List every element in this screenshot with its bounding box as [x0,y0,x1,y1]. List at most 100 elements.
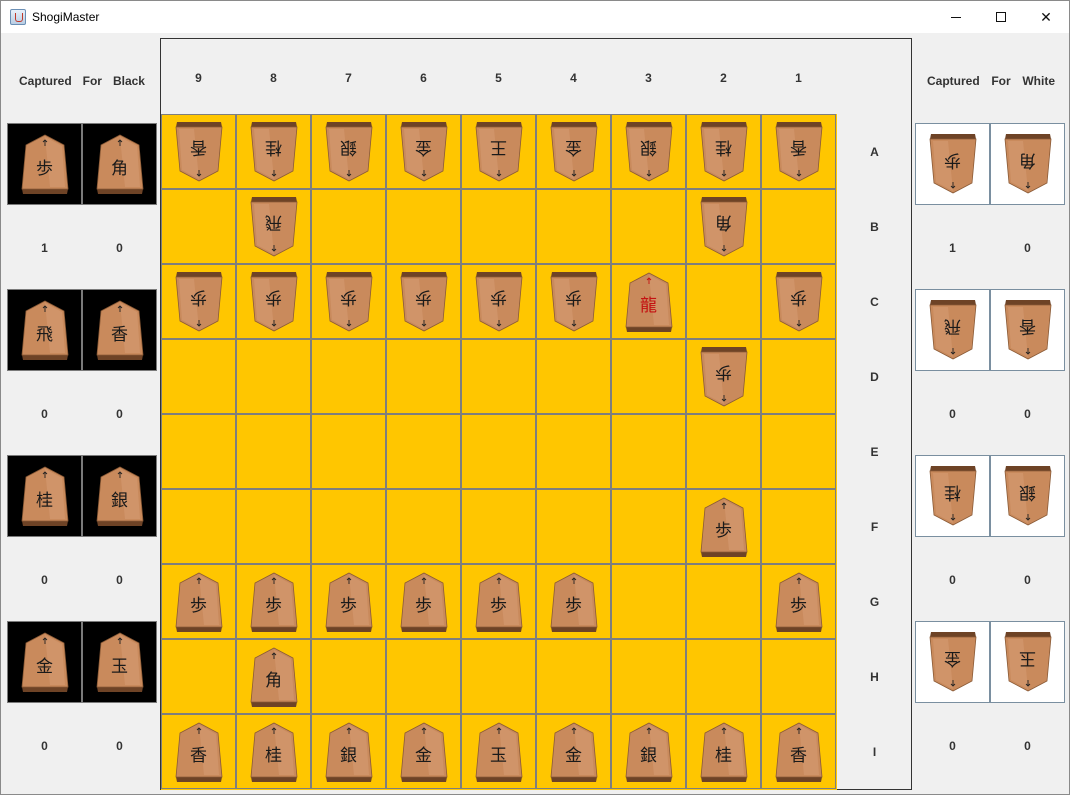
shogi-piece[interactable]: 香 [174,121,224,183]
board-square[interactable]: 歩 [686,489,761,564]
shogi-piece[interactable]: 桂 [699,721,749,783]
board-square[interactable] [161,414,236,489]
board-square[interactable] [686,639,761,714]
board-square[interactable]: 香 [161,714,236,789]
board-square[interactable] [161,339,236,414]
shogi-piece[interactable]: 香 [774,121,824,183]
board-square[interactable] [686,264,761,339]
board-square[interactable]: 歩 [236,264,311,339]
shogi-piece[interactable]: 角 [95,133,145,195]
shogi-piece[interactable]: 歩 [399,571,449,633]
board-square[interactable] [386,489,461,564]
board-square[interactable]: 歩 [536,564,611,639]
captured-piece-slot[interactable]: 金 [915,621,990,703]
board-square[interactable] [611,414,686,489]
board-square[interactable]: 桂 [236,714,311,789]
board-square[interactable]: 歩 [761,564,836,639]
board-square[interactable]: 歩 [686,339,761,414]
board-square[interactable]: 王 [461,114,536,189]
board-square[interactable]: 歩 [761,264,836,339]
captured-piece-slot[interactable]: 香 [990,289,1065,371]
board-square[interactable]: 桂 [236,114,311,189]
shogi-piece[interactable]: 飛 [249,196,299,258]
board-square[interactable] [311,189,386,264]
shogi-piece[interactable]: 歩 [474,571,524,633]
shogi-piece[interactable]: 歩 [399,271,449,333]
board-square[interactable] [761,189,836,264]
board-square[interactable] [461,414,536,489]
shogi-piece[interactable]: 銀 [624,721,674,783]
shogi-piece[interactable]: 金 [399,121,449,183]
captured-piece-slot[interactable]: 玉 [990,621,1065,703]
shogi-piece[interactable]: 香 [174,721,224,783]
board-square[interactable]: 歩 [236,564,311,639]
maximize-button[interactable] [978,1,1024,33]
captured-piece-slot[interactable]: 角 [990,123,1065,205]
shogi-piece[interactable]: 玉 [95,631,145,693]
board-square[interactable]: 桂 [686,714,761,789]
close-button[interactable]: ✕ [1023,1,1069,33]
board-square[interactable]: 金 [386,114,461,189]
board-square[interactable] [536,189,611,264]
shogi-piece[interactable]: 歩 [174,571,224,633]
board-square[interactable] [461,339,536,414]
shogi-piece[interactable]: 銀 [624,121,674,183]
shogi-piece[interactable]: 金 [20,631,70,693]
shogi-piece[interactable]: 歩 [699,496,749,558]
shogi-piece[interactable]: 歩 [249,271,299,333]
shogi-piece[interactable]: 銀 [1003,465,1053,527]
board-square[interactable] [761,489,836,564]
shogi-piece[interactable]: 歩 [174,271,224,333]
board-square[interactable] [611,189,686,264]
captured-piece-slot[interactable]: 銀 [82,455,157,537]
shogi-piece[interactable]: 歩 [928,133,978,195]
board-square[interactable] [311,489,386,564]
board-square[interactable] [236,489,311,564]
board-square[interactable] [761,414,836,489]
shogi-piece[interactable]: 金 [549,121,599,183]
shogi-piece[interactable]: 桂 [699,121,749,183]
board-square[interactable]: 歩 [536,264,611,339]
shogi-piece[interactable]: 飛 [20,299,70,361]
board-square[interactable]: 歩 [161,564,236,639]
board-square[interactable] [311,339,386,414]
board-square[interactable]: 角 [686,189,761,264]
board-square[interactable]: 銀 [611,114,686,189]
board-square[interactable]: 歩 [386,564,461,639]
shogi-piece[interactable]: 香 [1003,299,1053,361]
board-square[interactable]: 銀 [311,114,386,189]
board-square[interactable]: 金 [536,714,611,789]
minimize-button[interactable] [933,1,979,33]
board-square[interactable] [386,339,461,414]
captured-piece-slot[interactable]: 歩 [7,123,82,205]
board-square[interactable]: 銀 [611,714,686,789]
board-square[interactable] [686,414,761,489]
shogi-piece[interactable]: 歩 [774,571,824,633]
board-square[interactable] [611,564,686,639]
shogi-piece[interactable]: 歩 [699,346,749,408]
board-square[interactable]: 桂 [686,114,761,189]
shogi-piece[interactable]: 銀 [324,721,374,783]
board-square[interactable] [611,639,686,714]
captured-piece-slot[interactable]: 飛 [915,289,990,371]
board-square[interactable] [386,639,461,714]
board-square[interactable] [611,339,686,414]
board-square[interactable]: 金 [536,114,611,189]
board-square[interactable]: 金 [386,714,461,789]
board-square[interactable]: 銀 [311,714,386,789]
board-square[interactable] [536,414,611,489]
shogi-piece[interactable]: 桂 [249,721,299,783]
shogi-piece[interactable]: 桂 [928,465,978,527]
board-square[interactable]: 玉 [461,714,536,789]
board-square[interactable] [386,414,461,489]
board-square[interactable]: 香 [161,114,236,189]
shogi-piece[interactable]: 歩 [774,271,824,333]
shogi-piece[interactable]: 銀 [95,465,145,527]
shogi-piece[interactable]: 香 [95,299,145,361]
board-square[interactable] [236,414,311,489]
board-square[interactable]: 歩 [161,264,236,339]
shogi-piece[interactable]: 桂 [20,465,70,527]
shogi-piece[interactable]: 龍 [624,271,674,333]
shogi-piece[interactable]: 歩 [249,571,299,633]
shogi-piece[interactable]: 歩 [474,271,524,333]
